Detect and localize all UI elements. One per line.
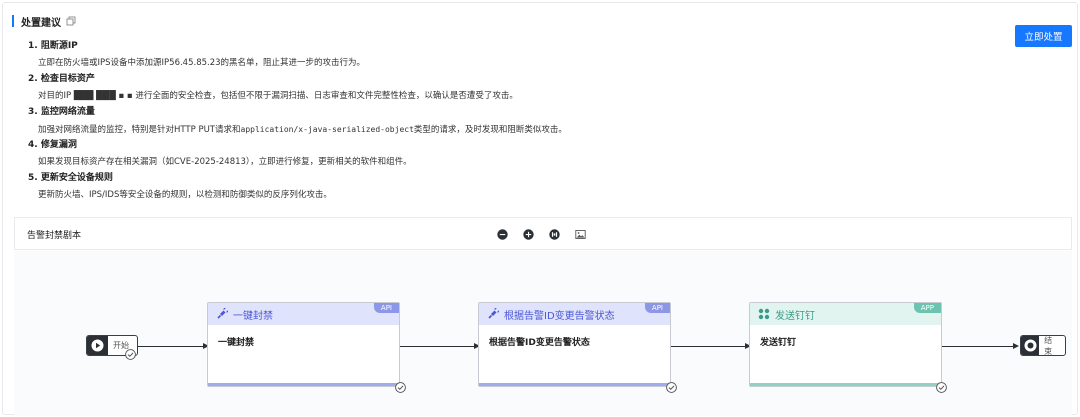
check-circle-icon: [395, 382, 406, 393]
list-item: 4. 修复漏洞 如果发现目标资产存在相关漏洞（如CVE-2025-24813），…: [28, 140, 928, 168]
flow-arrow: [1013, 343, 1019, 349]
node-title: 一键封禁: [233, 310, 273, 322]
section-accent-bar: [12, 15, 14, 27]
node-tag: APP: [913, 303, 941, 313]
plug-icon: [217, 308, 228, 319]
flow-edge: [400, 346, 475, 347]
flow-edge: [942, 346, 1014, 347]
playbook-canvas[interactable]: 开始 一键封禁 API 一键封禁 根据告警ID变更告警状态 API 根据告警ID…: [14, 251, 1072, 416]
item-title: 2. 检查目标资产: [28, 74, 95, 84]
copy-icon[interactable]: [66, 16, 76, 26]
item-desc: 对目的IP ███ ███ ▪ ▪ 进行全面的安全检查，包括但不限于漏洞扫描、日…: [38, 91, 518, 101]
item-desc: 如果发现目标资产存在相关漏洞（如CVE-2025-24813），立即进行修复，更…: [38, 157, 412, 167]
list-item: 1. 阻断源IP 立即在防火墙或IPS设备中添加源IP56.45.85.23的黑…: [28, 41, 928, 69]
item-title: 4. 修复漏洞: [28, 140, 77, 150]
check-circle-icon: [666, 382, 677, 393]
node-tag: API: [373, 303, 399, 313]
flow-node[interactable]: 一键封禁 API 一键封禁: [207, 302, 400, 387]
playbook-toolbar: 告警封禁剧本: [14, 217, 1072, 250]
item-desc: 加强对网络流量的监控，特别是针对HTTP PUT请求和application/x…: [28, 124, 928, 135]
item-desc: 更新防火墙、IPS/IDS等安全设备的规则，以检测和防御类似的反序列化攻击。: [38, 190, 332, 200]
node-body: 发送钉钉: [760, 338, 797, 348]
node-header: 一键封禁: [208, 303, 399, 325]
item-desc-prefix: 加强对网络流量的监控，特别是针对HTTP PUT请求和: [38, 125, 241, 135]
play-icon: [87, 336, 108, 355]
playbook-title: 告警封禁剧本: [27, 231, 82, 241]
check-circle-icon: [936, 382, 947, 393]
node-body: 一键封禁: [218, 338, 255, 348]
flow-node[interactable]: 发送钉钉 APP 发送钉钉: [749, 302, 942, 387]
flow-node[interactable]: 根据告警ID变更告警状态 API 根据告警ID变更告警状态: [478, 302, 671, 387]
zoom-out-icon[interactable]: [497, 229, 508, 240]
recommendation-list: 1. 阻断源IP 立即在防火墙或IPS设备中添加源IP56.45.85.23的黑…: [28, 41, 928, 206]
end-label: 结束: [1044, 335, 1053, 356]
item-desc-mime: application/x-java-serialized-object: [240, 125, 414, 134]
stop-icon: [1021, 336, 1040, 355]
plug-icon: [488, 308, 499, 319]
flow-edge: [671, 346, 746, 347]
section-header: 处置建议: [12, 14, 76, 29]
list-item: 2. 检查目标资产 对目的IP ███ ███ ▪ ▪ 进行全面的安全检查，包括…: [28, 74, 928, 102]
check-circle-icon: [125, 349, 136, 360]
node-header: 发送钉钉: [750, 303, 941, 325]
item-desc: 立即在防火墙或IPS设备中添加源IP56.45.85.23的黑名单，阻止其进一步…: [38, 58, 366, 68]
node-footer-bar: [750, 383, 941, 386]
item-title: 3. 监控网络流量: [28, 107, 95, 117]
node-tag: API: [644, 303, 670, 313]
node-body: 根据告警ID变更告警状态: [489, 338, 590, 348]
node-footer-bar: [479, 383, 670, 386]
disposal-panel: 处置建议 立即处置 1. 阻断源IP 立即在防火墙或IPS设备中添加源IP56.…: [2, 2, 1078, 416]
item-desc-suffix: 类型的请求，及时发现和阻断类似攻击。: [413, 125, 567, 135]
list-item: 3. 监控网络流量 加强对网络流量的监控，特别是针对HTTP PUT请求和app…: [28, 107, 928, 135]
dispose-now-button[interactable]: 立即处置: [1015, 25, 1072, 47]
zoom-in-icon[interactable]: [523, 229, 534, 240]
node-header: 根据告警ID变更告警状态: [479, 303, 670, 325]
list-item: 5. 更新安全设备规则 更新防火墙、IPS/IDS等安全设备的规则，以检测和防御…: [28, 173, 928, 201]
node-title: 根据告警ID变更告警状态: [504, 310, 615, 322]
flow-edge: [138, 346, 204, 347]
section-title: 处置建议: [21, 17, 61, 29]
fit-view-icon[interactable]: [549, 229, 560, 240]
app-grid-icon: [758, 308, 770, 320]
node-title: 发送钉钉: [775, 310, 815, 322]
end-node[interactable]: 结束: [1020, 335, 1066, 356]
image-export-icon[interactable]: [575, 229, 586, 240]
item-title: 1. 阻断源IP: [28, 41, 78, 51]
item-title: 5. 更新安全设备规则: [28, 173, 113, 183]
node-footer-bar: [208, 383, 399, 386]
